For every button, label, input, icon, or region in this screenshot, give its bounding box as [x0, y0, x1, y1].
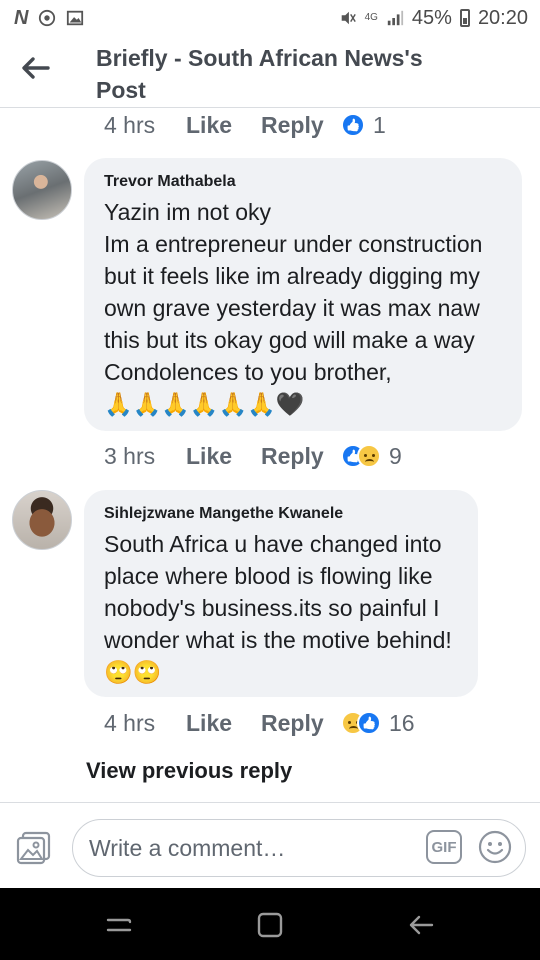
signal-icon	[387, 10, 404, 26]
notification-n-icon: N	[14, 6, 29, 29]
reaction-summary[interactable]: 9	[341, 443, 402, 470]
reaction-count: 16	[389, 709, 415, 736]
comment-text: Yazin im not oky Im a entrepreneur under…	[104, 199, 483, 417]
like-button[interactable]: Like	[186, 112, 261, 139]
chrome-icon	[39, 9, 56, 27]
recents-icon[interactable]	[104, 910, 134, 940]
gallery-icon	[67, 10, 84, 26]
reaction-count: 9	[389, 442, 402, 469]
system-nav-bar	[0, 888, 540, 960]
comment-bubble[interactable]: Trevor Mathabela Yazin im not oky Im a e…	[84, 158, 522, 431]
commenter-name[interactable]: Trevor Mathabela	[104, 172, 502, 192]
commenter-name[interactable]: Sihlejzwane Mangethe Kwanele	[104, 504, 458, 524]
mute-icon	[341, 11, 356, 25]
comment-meta: 3 hrs Like Reply 9	[104, 441, 402, 471]
status-right: 4G 45% 20:20	[339, 7, 528, 30]
page-title: Briefly - South African News's Post	[96, 45, 423, 103]
reaction-summary[interactable]: 1	[341, 112, 386, 139]
comment-meta: 4 hrs Like Reply 16	[104, 708, 415, 738]
network-type: 4G	[364, 12, 378, 23]
comment-time: 4 hrs	[104, 111, 156, 138]
reaction-summary[interactable]: 16	[341, 710, 415, 737]
back-icon[interactable]	[406, 910, 436, 940]
sad-icon	[357, 444, 381, 468]
reply-button[interactable]: Reply	[261, 112, 341, 139]
view-previous-reply-link[interactable]: View previous reply	[86, 758, 292, 784]
emoji-icon[interactable]	[478, 830, 512, 864]
comment-time: 4 hrs	[104, 709, 156, 736]
photo-icon[interactable]	[16, 831, 52, 865]
gif-button[interactable]: GIF	[426, 830, 462, 864]
post-header: Briefly - South African News's Post	[0, 36, 540, 108]
home-icon[interactable]	[255, 910, 285, 940]
back-arrow-icon[interactable]	[20, 56, 50, 80]
comment-time: 3 hrs	[104, 442, 156, 469]
avatar[interactable]	[12, 160, 72, 220]
status-bar: N 4G 45% 20:20	[0, 0, 540, 36]
battery-icon	[459, 9, 470, 27]
reply-button[interactable]: Reply	[261, 710, 341, 737]
reply-button[interactable]: Reply	[261, 443, 341, 470]
reaction-count: 1	[373, 111, 386, 138]
like-icon	[357, 711, 381, 735]
status-left: N	[14, 7, 84, 30]
avatar[interactable]	[12, 490, 72, 550]
battery-percent: 45%	[411, 6, 452, 29]
comment-text: South Africa u have changed into place w…	[104, 531, 452, 685]
like-icon	[341, 113, 365, 137]
clock: 20:20	[477, 6, 528, 29]
comment-meta-top: 4 hrs Like Reply 1	[104, 110, 386, 140]
like-button[interactable]: Like	[186, 443, 261, 470]
comment-bubble[interactable]: Sihlejzwane Mangethe Kwanele South Afric…	[84, 490, 478, 697]
like-button[interactable]: Like	[186, 710, 261, 737]
